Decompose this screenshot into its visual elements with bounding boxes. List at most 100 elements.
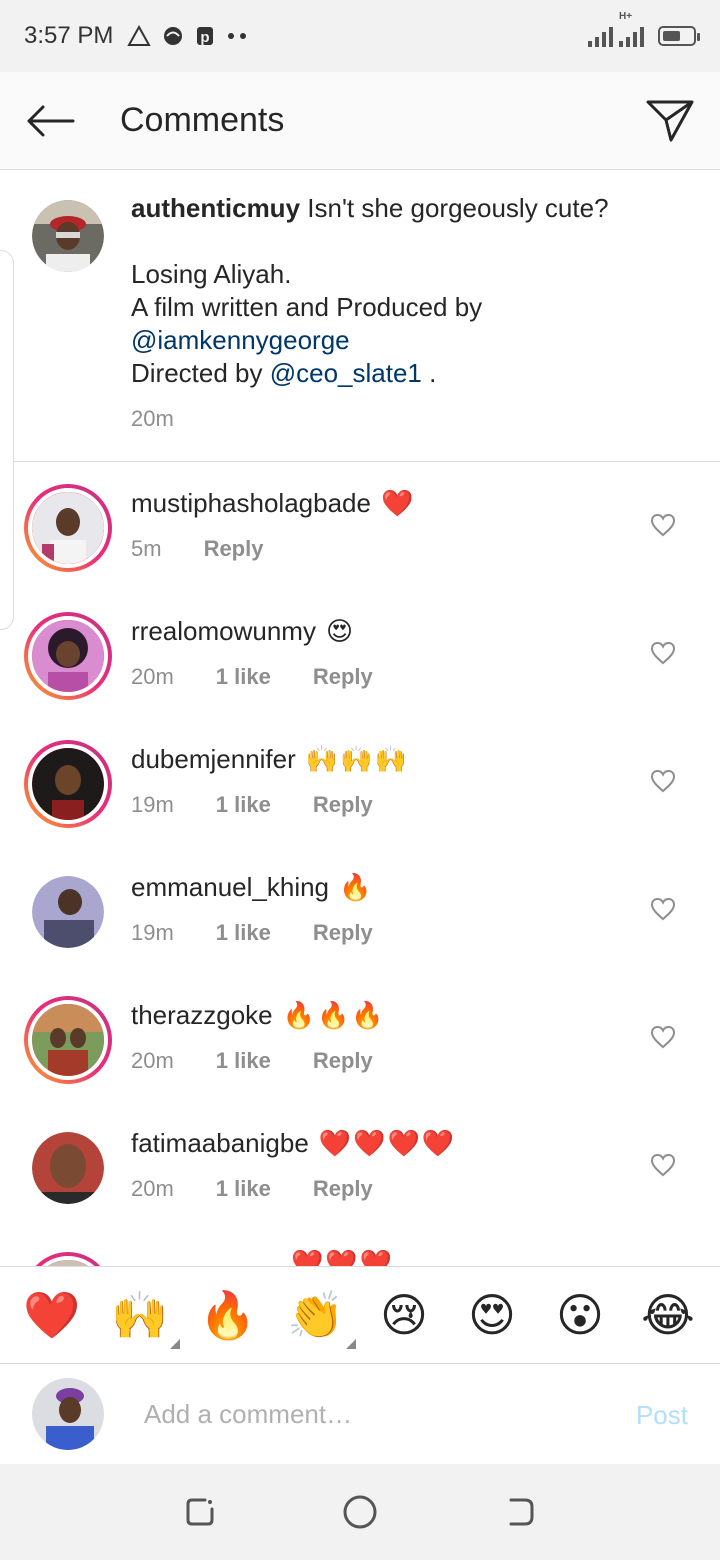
comment-item-partial: ❤️❤️❤️ xyxy=(0,1230,720,1266)
like-heart-icon[interactable] xyxy=(650,1152,676,1178)
caption-line-1: Isn't she gorgeously cute? xyxy=(307,193,609,223)
emoji-clapping-hands-button[interactable]: 👏 xyxy=(284,1283,356,1349)
status-notification-icons: p xyxy=(127,25,249,47)
avatar[interactable] xyxy=(24,484,112,572)
mention-link[interactable]: @iamkennygeorge xyxy=(131,325,350,355)
comment-time: 20m xyxy=(131,664,174,689)
comment-composer: Post xyxy=(0,1364,720,1464)
comment-time: 19m xyxy=(131,792,174,817)
current-user-avatar-image xyxy=(32,1378,104,1450)
caption-timestamp: 20m xyxy=(131,406,174,431)
reply-button[interactable]: Reply xyxy=(204,536,264,562)
emoji-crying-face-button[interactable]: 😢 xyxy=(372,1283,436,1347)
reply-button[interactable]: Reply xyxy=(313,1048,373,1074)
status-bar: 3:57 PM p H+ xyxy=(0,0,720,72)
comment-username[interactable]: therazzgoke xyxy=(131,1000,273,1031)
variant-indicator-icon xyxy=(170,1339,180,1349)
comment-time: 19m xyxy=(131,920,174,945)
reply-button[interactable]: Reply xyxy=(313,1176,373,1202)
emoji-heart-eyes-button[interactable]: 😍 xyxy=(460,1283,524,1347)
comments-header: Comments xyxy=(0,72,720,170)
avatar[interactable] xyxy=(24,612,112,700)
comment-text: 🔥 xyxy=(339,872,374,902)
comment-text: 🔥🔥🔥 xyxy=(282,1000,386,1030)
emoji-tears-of-joy-button[interactable]: 😂 xyxy=(636,1283,700,1347)
back-nav-button[interactable] xyxy=(490,1482,550,1542)
comment-username[interactable]: mustiphasholagbade xyxy=(131,488,371,519)
comment-username[interactable]: fatimaabanigbe xyxy=(131,1128,309,1159)
vpn-icon xyxy=(164,27,183,45)
comment-meta: 19m 1 like Reply xyxy=(131,920,373,946)
emoji-glyph: 🙌 xyxy=(111,1289,169,1341)
recents-button[interactable] xyxy=(170,1482,230,1542)
avatar[interactable] xyxy=(32,876,104,948)
avatar[interactable] xyxy=(32,200,104,272)
reply-button[interactable]: Reply xyxy=(313,664,373,690)
like-heart-icon[interactable] xyxy=(650,512,676,538)
caption-line-5: . xyxy=(429,358,437,388)
caption-avatar-image xyxy=(32,200,104,272)
emoji-open-mouth-button[interactable]: 😮 xyxy=(548,1283,612,1347)
comment-text: ❤️❤️❤️❤️ xyxy=(318,1128,457,1158)
emoji-raising-hands-button[interactable]: 🙌 xyxy=(108,1283,180,1349)
comment-like-count[interactable]: 1 like xyxy=(216,664,271,690)
avatar[interactable] xyxy=(24,740,112,828)
svg-text:p: p xyxy=(201,29,210,46)
comment-like-count[interactable]: 1 like xyxy=(216,792,271,818)
battery-icon xyxy=(658,26,700,46)
like-heart-icon[interactable] xyxy=(650,768,676,794)
more-dots-icon xyxy=(228,33,247,39)
caption-username[interactable]: authenticmuy xyxy=(131,193,300,223)
comment-username[interactable]: emmanuel_khing xyxy=(131,872,329,903)
emoji-red-heart-button[interactable]: ❤️ xyxy=(20,1283,84,1347)
comment-content: dubemjennifer 🙌🙌🙌 xyxy=(131,744,409,775)
share-button[interactable] xyxy=(620,72,720,170)
reply-button[interactable]: Reply xyxy=(313,920,373,946)
comment-like-count[interactable]: 1 like xyxy=(216,1048,271,1074)
avatar[interactable] xyxy=(24,1252,112,1266)
caption-line-4: Directed by xyxy=(131,358,263,388)
reply-button[interactable]: Reply xyxy=(313,792,373,818)
status-time: 3:57 PM xyxy=(24,22,114,49)
signal-type-label: H+ xyxy=(619,11,633,22)
signal-icon xyxy=(588,25,613,47)
comment-like-count[interactable]: 1 like xyxy=(216,920,271,946)
comment-meta: 19m 1 like Reply xyxy=(131,792,373,818)
comment-text: ❤️ xyxy=(380,488,416,518)
comment-meta: 5m Reply xyxy=(131,536,263,562)
like-heart-icon[interactable] xyxy=(650,896,676,922)
caption-text: authenticmuy Isn't she gorgeously cute? … xyxy=(131,192,691,390)
comment-text: 😍 xyxy=(325,616,356,646)
home-icon xyxy=(343,1495,377,1529)
like-heart-icon[interactable] xyxy=(650,640,676,666)
comment-username[interactable]: rrealomowunmy xyxy=(131,616,316,647)
post-button[interactable]: Post xyxy=(636,1400,688,1431)
back-button[interactable] xyxy=(0,72,100,170)
comment-input[interactable] xyxy=(130,1394,590,1434)
home-button[interactable] xyxy=(330,1482,390,1542)
comment-content: rrealomowunmy 😍 xyxy=(131,616,355,647)
avatar-image xyxy=(32,748,104,820)
emoji-fire-button[interactable]: 🔥 xyxy=(196,1283,260,1347)
system-nav-bar xyxy=(0,1464,720,1560)
like-heart-icon[interactable] xyxy=(650,1024,676,1050)
mention-link[interactable]: @ceo_slate1 xyxy=(270,358,422,388)
comment-like-count[interactable]: 1 like xyxy=(216,1176,271,1202)
avatar[interactable] xyxy=(32,1132,104,1204)
page-title: Comments xyxy=(120,101,285,139)
comment-content: therazzgoke 🔥🔥🔥 xyxy=(131,1000,386,1031)
comments-list[interactable]: mustiphasholagbade ❤️ 5m Reply rrealomowun… xyxy=(0,462,720,1266)
comment-item: emmanuel_khing 🔥 19m 1 like Reply xyxy=(0,846,720,974)
comment-item: mustiphasholagbade ❤️ 5m Reply xyxy=(0,462,720,590)
comment-time: 20m xyxy=(131,1048,174,1073)
warning-icon xyxy=(127,25,152,46)
comment-content: ❤️❤️❤️ xyxy=(131,1248,394,1266)
comment-username[interactable]: dubemjennifer xyxy=(131,744,296,775)
avatar-image xyxy=(32,876,104,948)
comment-text: ❤️❤️❤️ xyxy=(291,1248,395,1266)
avatar[interactable] xyxy=(24,996,112,1084)
comment-item: dubemjennifer 🙌🙌🙌 19m 1 like Reply xyxy=(0,718,720,846)
comment-content: mustiphasholagbade ❤️ xyxy=(131,488,415,519)
variant-indicator-icon xyxy=(346,1339,356,1349)
comment-text: 🙌🙌🙌 xyxy=(305,744,409,774)
